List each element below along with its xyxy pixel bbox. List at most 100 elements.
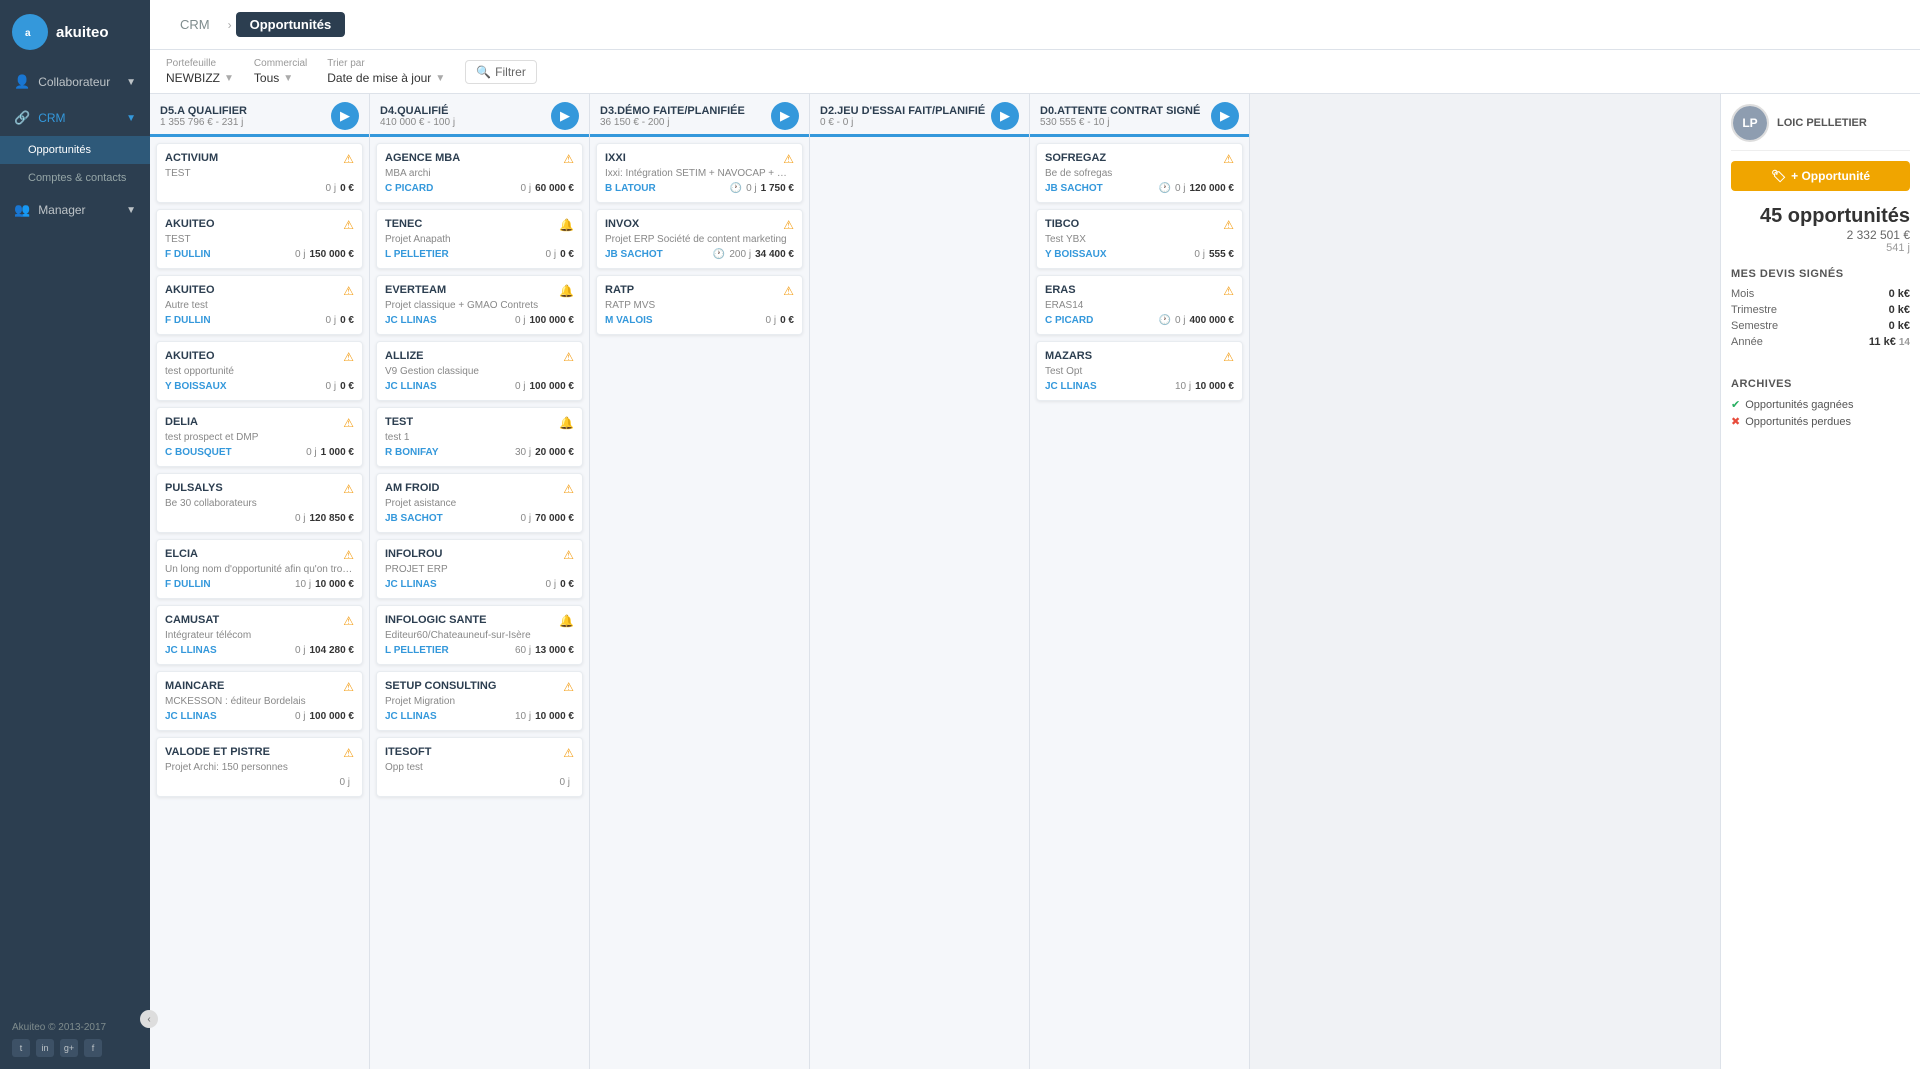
card-amount: 0 € [560,249,574,260]
kanban-card[interactable]: MAZARS ⚠ Test Opt JC LLINAS 10 j 10 000 … [1036,341,1243,401]
card-days: 0 j [326,183,337,194]
card-person: JC LLINAS [1045,381,1097,392]
card-amount: 10 000 € [1195,381,1234,392]
card-company: ERAS [1045,284,1076,296]
sidebar-item-crm[interactable]: 🔗 CRM ▼ [0,100,150,136]
kanban-card[interactable]: INFOLROU ⚠ PROJET ERP JC LLINAS 0 j 0 € [376,539,583,599]
card-header: ACTIVIUM ⚠ [165,152,354,166]
kanban-card[interactable]: INFOLOGIC SANTE 🔔 Editeur60/Chateauneuf-… [376,605,583,665]
collapse-sidebar-button[interactable]: ‹ [140,1010,158,1028]
kanban-card[interactable]: MAINCARE ⚠ MCKESSON : éditeur Bordelais … [156,671,363,731]
card-footer: F DULLIN 10 j 10 000 € [165,579,354,590]
kanban-card[interactable]: ALLIZE ⚠ V9 Gestion classique JC LLINAS … [376,341,583,401]
archives-list: ✔Opportunités gagnées✖Opportunités perdu… [1731,396,1910,430]
archive-item[interactable]: ✖Opportunités perdues [1731,413,1910,430]
warning-icon: ⚠ [563,152,574,166]
kanban-col-d3: D3.DÉMO FAITE/PLANIFIÉE 36 150 € - 200 j… [590,94,810,1069]
commercial-select[interactable]: Tous ▼ [254,71,307,85]
card-description: test 1 [385,432,574,443]
card-amount: 104 280 € [310,645,355,656]
sidebar-item-comptes[interactable]: Comptes & contacts [0,164,150,192]
archive-item[interactable]: ✔Opportunités gagnées [1731,396,1910,413]
kanban-card[interactable]: DELIA ⚠ test prospect et DMP C BOUSQUET … [156,407,363,467]
kanban-card[interactable]: TEST 🔔 test 1 R BONIFAY 30 j 20 000 € [376,407,583,467]
card-header: INVOX ⚠ [605,218,794,232]
kanban-card[interactable]: ELCIA ⚠ Un long nom d'opportunité afin q… [156,539,363,599]
kanban-card[interactable]: VALODE ET PISTRE ⚠ Projet Archi: 150 per… [156,737,363,797]
card-header: PULSALYS ⚠ [165,482,354,496]
devis-label: Année [1731,336,1763,348]
kanban-card[interactable]: AGENCE MBA ⚠ MBA archi C PICARD 0 j 60 0… [376,143,583,203]
breadcrumb-crm[interactable]: CRM [166,12,224,37]
kanban-card[interactable]: RATP ⚠ RATP MVS M VALOIS 0 j 0 € [596,275,803,335]
kanban-card[interactable]: ITESOFT ⚠ Opp test 0 j [376,737,583,797]
clock-icon: 🕐 [1158,183,1170,194]
col-advance-button-d2[interactable]: ▶ [991,102,1019,130]
card-description: V9 Gestion classique [385,366,574,377]
warning-icon: ⚠ [1223,218,1234,232]
col-advance-button-d3[interactable]: ▶ [771,102,799,130]
sidebar-item-collaborateur[interactable]: 👤 Collaborateur ▼ [0,64,150,100]
commercial-arrow: ▼ [283,73,293,84]
sidebar-item-manager[interactable]: 👥 Manager ▼ [0,192,150,228]
warning-icon: ⚠ [1223,350,1234,364]
card-footer: JB SACHOT 🕐 0 j 120 000 € [1045,183,1234,194]
sidebar-item-opportunites[interactable]: Opportunités [0,136,150,164]
kanban-card[interactable]: CAMUSAT ⚠ Intégrateur télécom JC LLINAS … [156,605,363,665]
filter-button[interactable]: 🔍 Filtrer [465,60,537,84]
card-company: INFOLOGIC SANTE [385,614,486,626]
kanban-board: D5.A QUALIFIER 1 355 796 € - 231 j ▶ ACT… [150,94,1720,1069]
kanban-card[interactable]: PULSALYS ⚠ Be 30 collaborateurs 0 j 120 … [156,473,363,533]
card-company: SETUP consulting [385,680,496,692]
linkedin-icon[interactable]: in [36,1039,54,1057]
card-footer: JC LLINAS 0 j 0 € [385,579,574,590]
kanban-card[interactable]: SOFREGAZ ⚠ Be de sofregas JB SACHOT 🕐 0 … [1036,143,1243,203]
devis-value: 0 k€ [1889,320,1910,332]
warning-icon: ⚠ [563,350,574,364]
devis-value: 11 k€ 14 [1869,336,1910,348]
card-footer: C BOUSQUET 0 j 1 000 € [165,447,354,458]
logo-icon: a [12,14,48,50]
kanban-card[interactable]: ERAS ⚠ ERAS14 C PICARD 🕐 0 j 400 000 € [1036,275,1243,335]
kanban-card[interactable]: AKUITEO ⚠ test opportunité Y BOISSAUX 0 … [156,341,363,401]
trier-select[interactable]: Date de mise à jour ▼ [327,71,445,85]
main-content: D5.A QUALIFIER 1 355 796 € - 231 j ▶ ACT… [150,94,1920,1069]
card-footer: JC LLINAS 10 j 10 000 € [1045,381,1234,392]
card-header: EVERTEAM 🔔 [385,284,574,298]
devis-value: 0 k€ [1889,304,1910,316]
kanban-card[interactable]: AM FROID ⚠ Projet asistance JB SACHOT 0 … [376,473,583,533]
card-header: AM FROID ⚠ [385,482,574,496]
col-advance-button-d0[interactable]: ▶ [1211,102,1239,130]
card-days: 0 j [295,711,306,722]
col-stats-d4: 410 000 € - 100 j [380,117,551,128]
card-header: AGENCE MBA ⚠ [385,152,574,166]
card-description: Projet classique + GMAO Contrets [385,300,574,311]
breadcrumb-opportunites[interactable]: Opportunités [236,12,346,37]
card-amount: 0 € [340,315,354,326]
portefeuille-select[interactable]: NEWBIZZ ▼ [166,71,234,85]
kanban-card[interactable]: TIBCO ⚠ Test YBX Y BOISSAUX 0 j 555 € [1036,209,1243,269]
col-advance-button-d4[interactable]: ▶ [551,102,579,130]
kanban-card[interactable]: ACTIVIUM ⚠ TEST 0 j 0 € [156,143,363,203]
card-person: L PELLETIER [385,645,449,656]
kanban-col-d4: D4.QUALIFIÉ 410 000 € - 100 j ▶ AGENCE M… [370,94,590,1069]
kanban-card[interactable]: SETUP consulting ⚠ Projet Migration JC L… [376,671,583,731]
card-amount: 20 000 € [535,447,574,458]
kanban-card[interactable]: IXXI ⚠ Ixxi: Intégration SETIM + NAVOCAP… [596,143,803,203]
kanban-card[interactable]: EVERTEAM 🔔 Projet classique + GMAO Contr… [376,275,583,335]
card-footer: JC LLINAS 0 j 100 000 € [385,315,574,326]
card-company: DELIA [165,416,198,428]
googleplus-icon[interactable]: g+ [60,1039,78,1057]
kanban-card[interactable]: AKUITEO ⚠ Autre test F DULLIN 0 j 0 € [156,275,363,335]
kanban-card[interactable]: INVOX ⚠ Projet ERP Société de content ma… [596,209,803,269]
twitter-icon[interactable]: t [12,1039,30,1057]
facebook-icon[interactable]: f [84,1039,102,1057]
card-person: JC LLINAS [385,381,437,392]
main-area: CRM › Opportunités Portefeuille NEWBIZZ … [150,0,1920,1069]
col-advance-button-d5[interactable]: ▶ [331,102,359,130]
kanban-card[interactable]: AKUITEO ⚠ TEST F DULLIN 0 j 150 000 € [156,209,363,269]
kanban-card[interactable]: TENEC 🔔 Projet Anapath L PELLETIER 0 j 0… [376,209,583,269]
warning-icon: ⚠ [343,284,354,298]
card-person: L PELLETIER [385,249,449,260]
add-opportunite-button[interactable]: 🏷 + Opportunité [1731,161,1910,191]
